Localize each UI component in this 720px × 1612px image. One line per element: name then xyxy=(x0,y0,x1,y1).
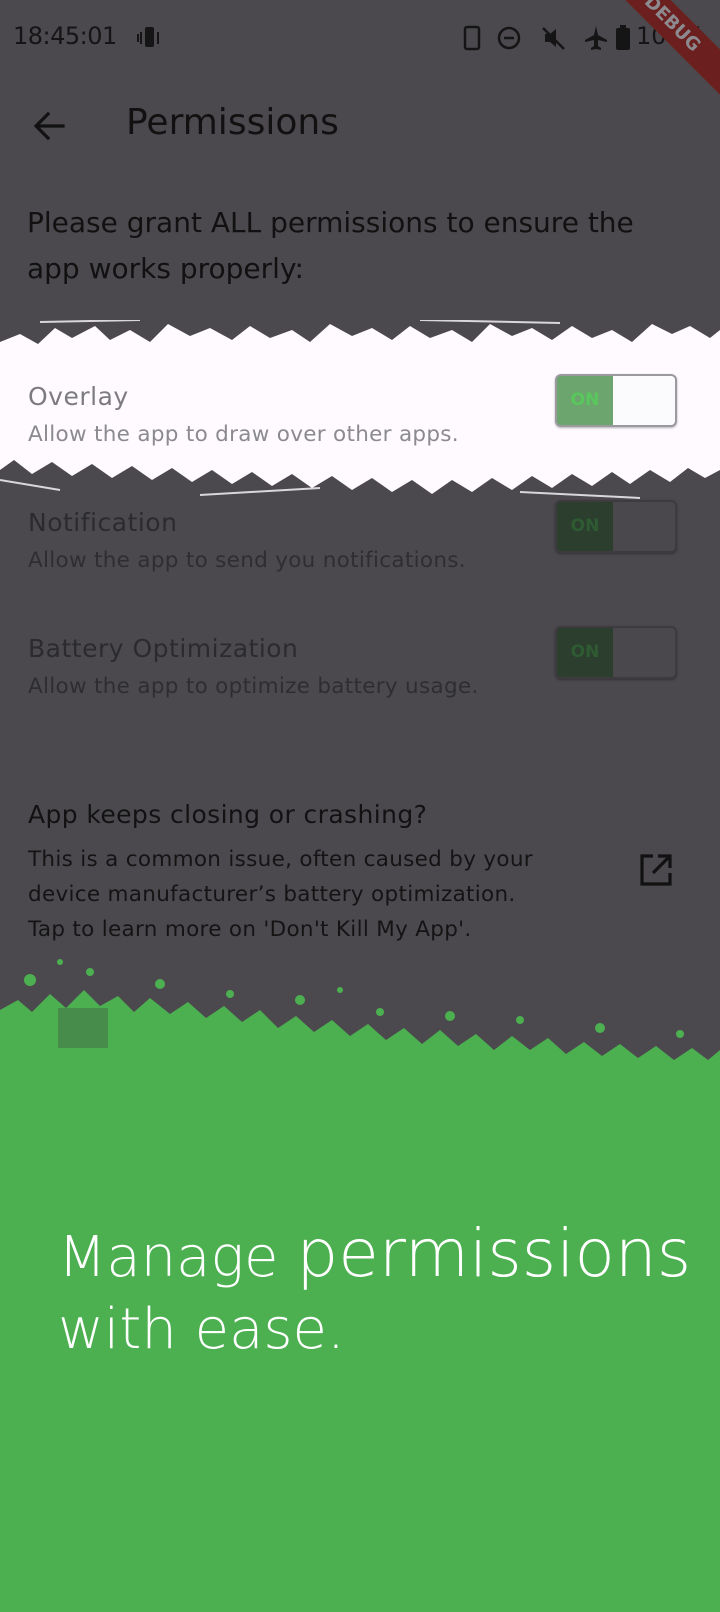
intro-text: Please grant ALL permissions to ensure t… xyxy=(27,206,634,285)
promo-line-2: with ease. xyxy=(58,1297,345,1362)
crash-help-body: This is a common issue, often caused by … xyxy=(28,847,533,942)
toggle-thumb xyxy=(613,376,675,425)
status-time: 18:45:01 xyxy=(13,22,117,50)
permission-title: Overlay xyxy=(28,382,129,411)
toggle-on-label: ON xyxy=(557,628,613,677)
permission-notification: Notification Allow the app to send you n… xyxy=(0,500,720,618)
app-bar: Permissions xyxy=(0,84,720,168)
permission-battery-optimization: Battery Optimization Allow the app to op… xyxy=(0,626,720,744)
dont-kill-my-app-link[interactable]: App keeps closing or crashing? This is a… xyxy=(0,800,720,950)
permission-title: Battery Optimization xyxy=(28,634,299,663)
promo-word-manage: Manage xyxy=(58,1225,297,1290)
permission-overlay: Overlay Allow the app to draw over other… xyxy=(0,374,720,492)
back-arrow-icon[interactable] xyxy=(28,105,70,147)
permission-description: Allow the app to send you notifications. xyxy=(28,548,466,573)
permission-description: Allow the app to draw over other apps. xyxy=(28,422,459,447)
mute-icon xyxy=(542,27,565,50)
vibrate-icon xyxy=(137,27,159,47)
overlay-toggle[interactable]: ON xyxy=(555,374,677,427)
notification-toggle[interactable]: ON xyxy=(555,500,677,553)
do-not-disturb-icon xyxy=(497,26,521,50)
permission-description: Allow the app to optimize battery usage. xyxy=(28,674,479,699)
open-in-new-icon[interactable] xyxy=(638,852,674,888)
toggle-thumb xyxy=(613,502,675,551)
phone-icon xyxy=(463,25,481,51)
battery-optimization-toggle[interactable]: ON xyxy=(555,626,677,679)
toggle-thumb xyxy=(613,628,675,677)
crash-help-title: App keeps closing or crashing? xyxy=(28,800,428,829)
battery-icon xyxy=(616,25,630,50)
toggle-on-label: ON xyxy=(557,502,613,551)
airplane-icon xyxy=(585,26,607,50)
promo-line-1: Manage permissions xyxy=(58,1215,691,1292)
page-title: Permissions xyxy=(126,102,339,143)
permission-title: Notification xyxy=(28,508,178,537)
status-bar: 18:45:01 100% DEBUG xyxy=(0,0,720,107)
toggle-on-label: ON xyxy=(557,376,613,425)
promo-word-permissions: permissions xyxy=(296,1215,692,1292)
